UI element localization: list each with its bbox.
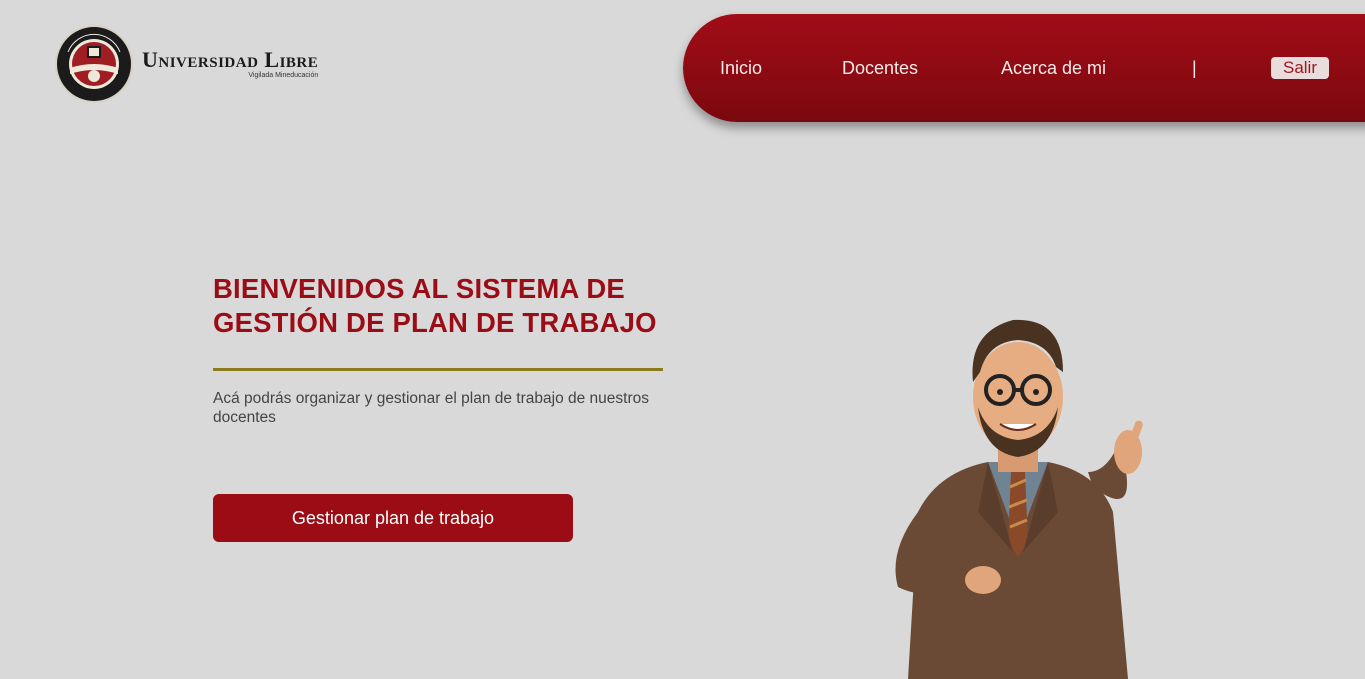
page: Universidad Libre Vigilada Mineducación …: [0, 0, 1365, 679]
nav-item-acerca-de-mi[interactable]: Acerca de mi: [1001, 57, 1106, 79]
hero-description: Acá podrás organizar y gestionar el plan…: [213, 390, 649, 426]
university-name: Universidad Libre: [142, 47, 319, 72]
university-tagline: Vigilada Mineducación: [248, 72, 319, 79]
nav-separator: |: [1192, 58, 1197, 78]
top-navigation: Inicio Docentes Acerca de mi | Salir: [683, 14, 1365, 122]
hero-divider: [213, 368, 663, 371]
university-logo[interactable]: Universidad Libre Vigilada Mineducación: [54, 24, 374, 104]
hero-title: BIENVENIDOS AL SISTEMA DE GESTIÓN DE PLA…: [213, 273, 657, 338]
manage-work-plan-button[interactable]: Gestionar plan de trabajo: [213, 494, 573, 542]
logout-button[interactable]: Salir: [1271, 57, 1329, 79]
hero-section: BIENVENIDOS AL SISTEMA DE GESTIÓN DE PLA…: [213, 272, 673, 427]
university-seal-icon: [55, 25, 133, 103]
nav-item-inicio[interactable]: Inicio: [720, 57, 762, 79]
teacher-character-illustration: [895, 319, 1143, 679]
nav-item-docentes[interactable]: Docentes: [842, 57, 918, 79]
